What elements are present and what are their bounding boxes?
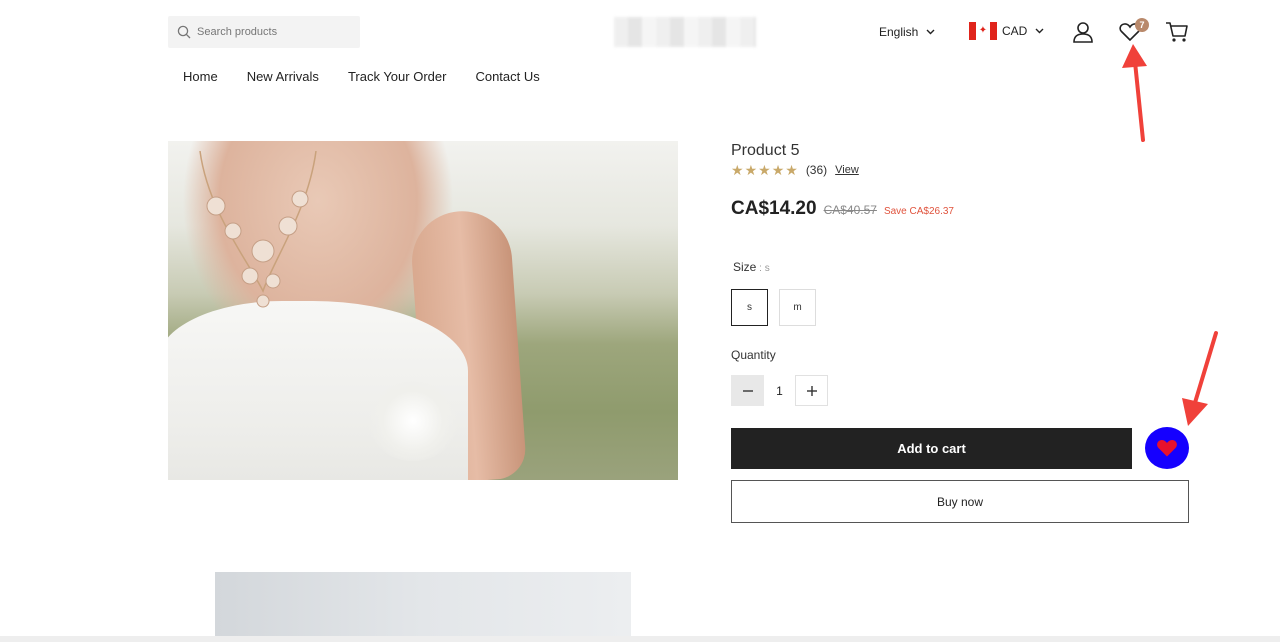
quantity-label: Quantity xyxy=(731,348,776,362)
star-icon: ★ xyxy=(758,162,771,178)
page-bottom-divider xyxy=(0,636,1280,642)
cart-button[interactable] xyxy=(1164,20,1190,44)
store-logo[interactable] xyxy=(614,17,756,47)
heart-filled-icon xyxy=(1157,439,1177,457)
search-bar[interactable] xyxy=(168,16,360,48)
size-label-text: Size xyxy=(733,260,757,274)
chevron-down-icon xyxy=(926,29,935,35)
wishlist-float-button[interactable] xyxy=(1145,427,1189,469)
account-button[interactable] xyxy=(1071,20,1095,44)
language-label: English xyxy=(879,25,919,39)
star-icon: ★ xyxy=(744,162,758,178)
add-to-cart-button[interactable]: Add to cart xyxy=(731,428,1132,469)
view-reviews-link[interactable]: View xyxy=(835,164,859,176)
secondary-product-image[interactable] xyxy=(215,572,631,642)
search-input[interactable] xyxy=(197,26,347,38)
quantity-increase-button[interactable] xyxy=(795,375,828,406)
product-image[interactable] xyxy=(168,141,678,480)
size-option-m[interactable]: m xyxy=(779,289,816,326)
nav-item-track-order[interactable]: Track Your Order xyxy=(348,68,447,86)
necklace-graphic xyxy=(199,151,317,308)
quantity-input[interactable] xyxy=(764,375,795,406)
compare-price: CA$40.57 xyxy=(823,203,877,217)
search-icon xyxy=(177,25,191,39)
minus-icon xyxy=(742,389,753,392)
main-nav: Home New Arrivals Track Your Order Conta… xyxy=(183,68,569,86)
wishlist-count-badge: 7 xyxy=(1135,18,1149,32)
size-label: Size : s xyxy=(733,260,770,274)
sale-price: CA$14.20 xyxy=(731,198,817,219)
currency-label: CAD xyxy=(1002,24,1028,38)
cart-icon xyxy=(1166,22,1188,42)
annotation-arrow-wishlist xyxy=(1122,44,1147,142)
chevron-down-icon xyxy=(1035,28,1044,34)
nav-item-new-arrivals[interactable]: New Arrivals xyxy=(247,68,319,86)
star-icon: ★ xyxy=(731,162,744,178)
nav-item-home[interactable]: Home xyxy=(183,68,218,86)
save-amount: Save CA$26.37 xyxy=(883,206,954,217)
buy-now-button[interactable]: Buy now xyxy=(731,480,1189,523)
quantity-decrease-button[interactable] xyxy=(731,375,764,406)
annotation-arrow-wishlist-button xyxy=(1182,331,1218,426)
size-option-s[interactable]: s xyxy=(731,289,768,326)
star-icon: ★ xyxy=(785,162,798,178)
size-selected-value: s xyxy=(764,263,770,274)
canada-flag-icon: ✦ xyxy=(969,22,997,40)
user-icon xyxy=(1073,22,1093,43)
rating-stars: ★ ★ ★ ★ ★ xyxy=(731,163,798,177)
review-count: (36) xyxy=(805,163,828,177)
product-rating: ★ ★ ★ ★ ★ (36) View xyxy=(731,162,859,178)
price-row: CA$14.20 CA$40.57 Save CA$26.37 xyxy=(731,198,954,220)
language-selector[interactable]: English xyxy=(879,24,935,40)
currency-selector[interactable]: ✦ CAD xyxy=(969,22,1044,40)
nav-item-contact-us[interactable]: Contact Us xyxy=(475,68,539,86)
product-title: Product 5 xyxy=(731,142,800,159)
plus-icon xyxy=(806,385,817,396)
star-icon: ★ xyxy=(771,162,785,178)
product-photo-flower xyxy=(368,381,458,461)
